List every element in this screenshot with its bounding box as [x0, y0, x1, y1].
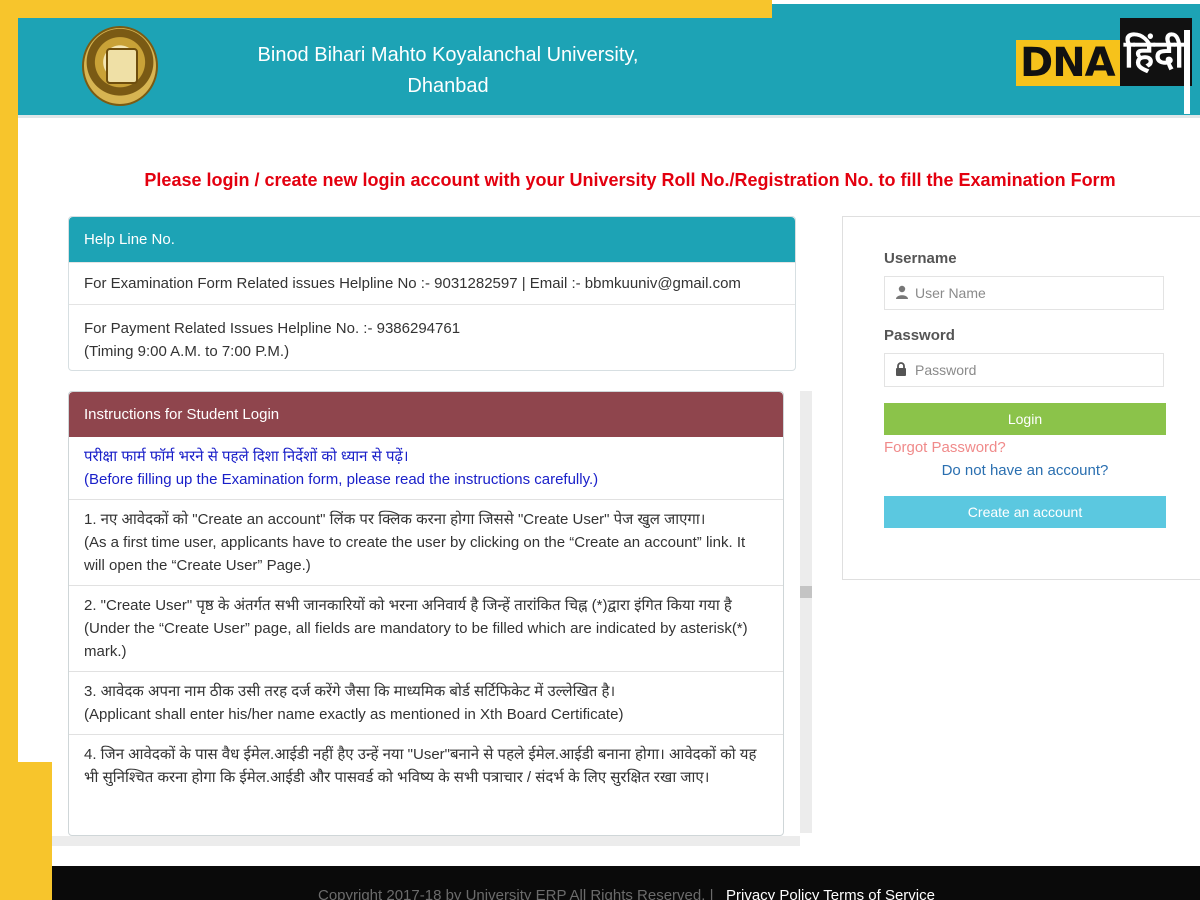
instruction-hindi: 1. नए आवेदकों को "Create an account" लिं…: [84, 511, 706, 528]
frame-bottom-corner: [0, 762, 52, 900]
instructions-title: Instructions for Student Login: [69, 392, 783, 437]
password-input[interactable]: [915, 358, 1155, 382]
password-field[interactable]: [884, 353, 1164, 387]
instructions-intro: परीक्षा फार्म फॉर्म भरने से पहले दिशा नि…: [69, 437, 783, 499]
instruction-english: (Applicant shall enter his/her name exac…: [84, 706, 624, 723]
instruction-hindi: 2. "Create User" पृष्ठ के अंतर्गत सभी जा…: [84, 597, 732, 614]
seal-emblem: [106, 48, 138, 84]
login-button[interactable]: Login: [884, 403, 1166, 435]
payment-helpline-row: For Payment Related Issues Helpline No. …: [69, 304, 795, 370]
username-label: Username: [884, 250, 957, 267]
university-seal-logo: [82, 26, 158, 106]
instruction-item: 1. नए आवेदकों को "Create an account" लिं…: [69, 499, 783, 585]
university-name-line1: Binod Bihari Mahto Koyalanchal Universit…: [257, 44, 639, 66]
instructions-intro-english: (Before filling up the Examination form,…: [84, 471, 599, 488]
helpline-title: Help Line No.: [69, 217, 795, 262]
instruction-item: 3. आवेदक अपना नाम ठीक उसी तरह दर्ज करेंग…: [69, 671, 783, 734]
dna-hindi-logo: DNA हिंदी: [1016, 18, 1192, 114]
footer-links: Privacy Policy Terms of Service: [726, 887, 935, 900]
instruction-item: 4. जिन आवेदकों के पास वैध ईमेल.आईडी नहीं…: [69, 734, 783, 797]
privacy-policy-link[interactable]: Privacy Policy: [726, 887, 819, 900]
instruction-hindi: 4. जिन आवेदकों के पास वैध ईमेल.आईडी नहीं…: [84, 746, 757, 786]
lock-icon: [895, 362, 911, 378]
frame-top-border: [0, 0, 772, 18]
instructions-scrollbar[interactable]: [800, 391, 812, 833]
forgot-password-link[interactable]: Forgot Password?: [884, 439, 1006, 456]
university-name: Binod Bihari Mahto Koyalanchal Universit…: [248, 40, 648, 102]
instruction-english: (As a first time user, applicants have t…: [84, 534, 746, 574]
horizontal-scrollbar[interactable]: [52, 836, 800, 846]
user-icon: [895, 285, 911, 301]
login-form: Username Password Login Forgot Password?…: [842, 216, 1200, 580]
login-instruction-banner: Please login / create new login account …: [144, 170, 1116, 190]
instructions-intro-hindi: परीक्षा फार्म फॉर्म भरने से पहले दिशा नि…: [84, 448, 409, 465]
payment-helpline-text: For Payment Related Issues Helpline No. …: [84, 320, 461, 337]
no-account-link[interactable]: Do not have an account?: [884, 462, 1166, 479]
helpline-panel: Help Line No. For Examination Form Relat…: [68, 216, 796, 371]
instruction-english: (Under the “Create User” page, all field…: [84, 620, 748, 660]
dna-logo-text: DNA: [1020, 40, 1116, 86]
username-field[interactable]: [884, 276, 1164, 310]
instruction-item: 2. "Create User" पृष्ठ के अंतर्गत सभी जा…: [69, 585, 783, 671]
instructions-panel: Instructions for Student Login परीक्षा फ…: [68, 391, 784, 836]
terms-of-service-link[interactable]: Terms of Service: [823, 887, 935, 900]
instructions-scroll-thumb[interactable]: [800, 586, 812, 598]
university-name-line2: Dhanbad: [407, 75, 489, 97]
footer-copyright: Copyright 2017-18 by University ERP All …: [318, 887, 714, 900]
helpline-timing: (Timing 9:00 A.M. to 7:00 P.M.): [84, 343, 290, 360]
password-label: Password: [884, 327, 955, 344]
header-divider: [18, 115, 1200, 118]
instruction-hindi: 3. आवेदक अपना नाम ठीक उसी तरह दर्ज करेंग…: [84, 683, 616, 700]
username-input[interactable]: [915, 281, 1155, 305]
dna-hindi-text: हिंदी: [1124, 32, 1185, 76]
exam-helpline-row: For Examination Form Related issues Help…: [69, 262, 795, 304]
dna-logo-stem: [1184, 30, 1190, 114]
create-account-button[interactable]: Create an account: [884, 496, 1166, 528]
